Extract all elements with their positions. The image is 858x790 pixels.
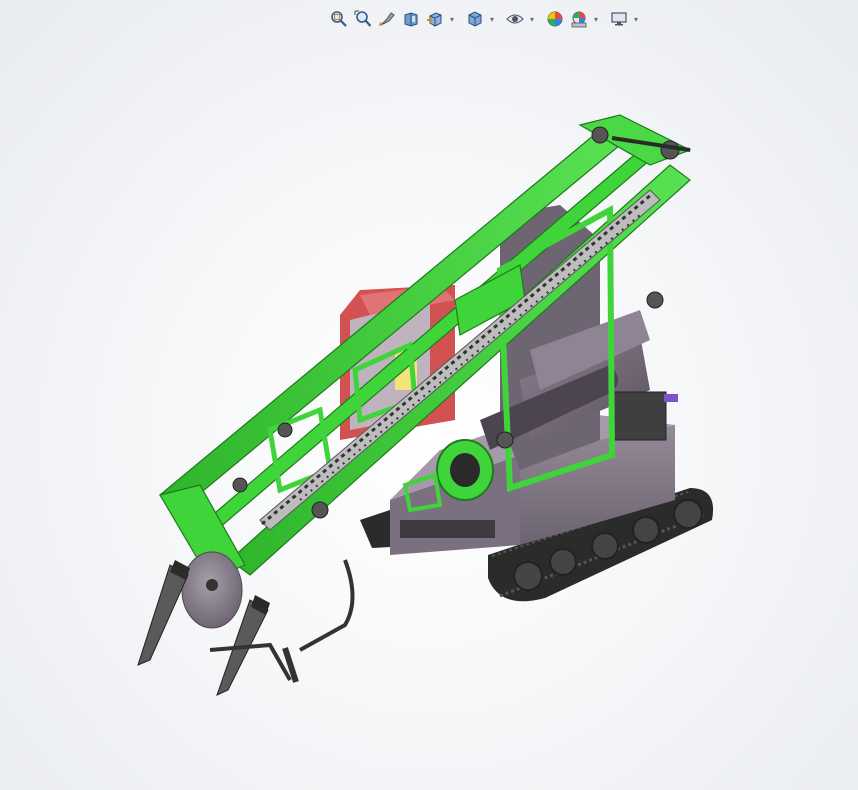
apply-scene-dropdown[interactable]: ▾	[592, 8, 600, 30]
zoom-to-area-button[interactable]	[352, 8, 374, 30]
view-settings-button[interactable]	[608, 8, 630, 30]
section-view-icon	[404, 12, 418, 27]
cutter-disc	[181, 551, 243, 629]
apply-scene-button[interactable]	[568, 8, 590, 30]
view-orientation-dropdown[interactable]: ▾	[448, 8, 456, 30]
display-style-button[interactable]	[464, 8, 486, 30]
display-style-icon	[468, 11, 482, 27]
assembly-model[interactable]	[0, 34, 858, 790]
edit-appearance-icon	[547, 11, 563, 27]
monitor-icon	[611, 12, 627, 26]
hide-show-items-icon	[506, 14, 524, 24]
heads-up-view-toolbar: ▾ ▾ ▾ ▾ ▾	[328, 6, 640, 32]
previous-view-icon	[379, 12, 395, 26]
zoom-to-fit-button[interactable]	[328, 8, 350, 30]
zoom-to-fit-icon	[331, 11, 347, 27]
hide-show-items-dropdown[interactable]: ▾	[528, 8, 536, 30]
view-orientation-button[interactable]	[424, 8, 446, 30]
apply-scene-icon	[571, 11, 587, 28]
view-settings-dropdown[interactable]: ▾	[632, 8, 640, 30]
view-orientation-icon	[427, 12, 442, 27]
zoom-to-area-icon	[354, 10, 372, 27]
hide-show-items-button[interactable]	[504, 8, 526, 30]
graphics-area[interactable]	[0, 34, 858, 790]
previous-view-button[interactable]	[376, 8, 398, 30]
display-style-dropdown[interactable]: ▾	[488, 8, 496, 30]
section-view-button[interactable]	[400, 8, 422, 30]
edit-appearance-button[interactable]	[544, 8, 566, 30]
